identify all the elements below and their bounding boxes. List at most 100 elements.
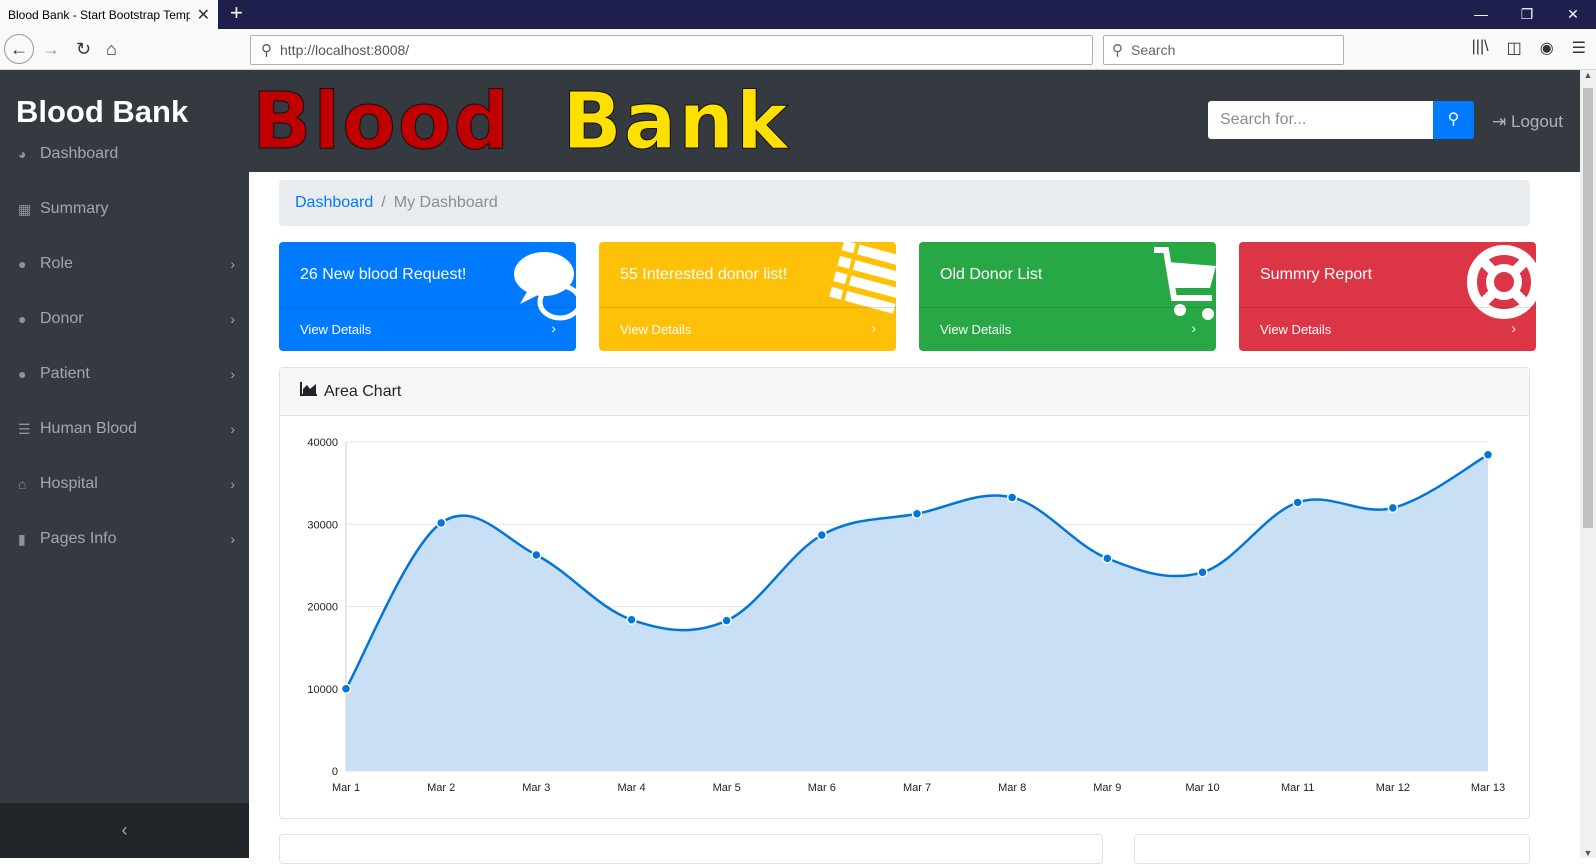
library-icon[interactable]: |||\ xyxy=(1472,38,1489,58)
bottom-card-right xyxy=(1134,834,1530,864)
top-search: Search for... ⚲ xyxy=(1208,101,1474,139)
area-chart: 0 10000 20000 30000 40000 Mar 1 Mar 2 Mar 3 Mar … xyxy=(307,437,1505,794)
sidebar-item-summary[interactable]: ▦ Summary xyxy=(0,194,249,224)
logout-link[interactable]: ⇥ Logout xyxy=(1492,112,1563,132)
sidebar-item-pages-info[interactable]: ▮ Pages Info › xyxy=(0,524,249,554)
reload-button[interactable]: ↻ xyxy=(76,38,91,60)
chevron-right-icon: › xyxy=(871,320,876,336)
sidebar-item-role[interactable]: ● Role › xyxy=(0,249,249,279)
x-tick-label: Mar 9 xyxy=(1093,782,1121,794)
data-point xyxy=(1482,449,1494,460)
view-details-link[interactable]: View Details xyxy=(300,322,371,337)
search-icon: ⚲ xyxy=(261,42,272,59)
scrollbar-thumb[interactable] xyxy=(1583,88,1593,528)
user-icon: ● xyxy=(18,366,27,382)
table-icon: ▦ xyxy=(18,200,32,217)
y-tick-label: 30000 xyxy=(307,519,338,531)
data-point xyxy=(435,517,447,529)
logo-word-blood: Blood xyxy=(251,77,512,167)
data-point xyxy=(1292,497,1303,508)
minimize-icon[interactable]: — xyxy=(1458,0,1504,29)
back-button[interactable]: ← xyxy=(4,34,34,64)
data-point xyxy=(531,549,542,561)
sidebar-item-human-blood[interactable]: ☰ Human Blood › xyxy=(0,414,249,444)
page-scrollbar[interactable]: ▲ ▼ xyxy=(1580,70,1596,858)
sidebar-item-label: Dashboard xyxy=(40,145,119,162)
file-icon: ▮ xyxy=(18,530,26,547)
brand-title[interactable]: Blood Bank xyxy=(16,94,188,130)
x-tick-label: Mar 7 xyxy=(903,782,931,794)
new-tab-button[interactable]: + xyxy=(230,2,243,24)
search-input[interactable]: Search for... xyxy=(1208,101,1433,139)
extension-icon[interactable]: ◉ xyxy=(1540,38,1554,58)
sidebar-item-hospital[interactable]: ⌂ Hospital › xyxy=(0,469,249,499)
url-bar[interactable]: ⚲ http://localhost:8008/ xyxy=(250,35,1093,65)
chevron-right-icon: › xyxy=(230,366,235,382)
scroll-down-icon[interactable]: ▼ xyxy=(1580,848,1596,858)
logout-icon: ⇥ xyxy=(1492,112,1507,131)
card-footer-link[interactable]: View Details › xyxy=(599,307,896,351)
card-footer-link[interactable]: View Details › xyxy=(279,307,576,351)
card-text: Old Donor List xyxy=(940,266,1043,283)
breadcrumb-link[interactable]: Dashboard xyxy=(295,194,373,212)
data-point xyxy=(911,508,923,520)
sidebar-item-label: Summary xyxy=(40,200,109,217)
area-chart-card: Area Chart 0 10000 20000 30000 40000 Mar 1 Mar… xyxy=(279,367,1530,819)
home-button[interactable]: ⌂ xyxy=(106,38,117,60)
chevron-right-icon: › xyxy=(230,531,235,547)
x-tick-label: Mar 6 xyxy=(808,782,836,794)
sidebar-toggle-button[interactable]: ‹ xyxy=(0,803,249,858)
search-icon: ⚲ xyxy=(1447,111,1460,128)
x-tick-label: Mar 3 xyxy=(522,782,550,794)
chart-header: Area Chart xyxy=(280,368,1529,416)
card-old-donor-list: Old Donor List View Details › xyxy=(919,242,1216,351)
chevron-right-icon: › xyxy=(230,421,235,437)
search-button[interactable]: ⚲ xyxy=(1433,101,1474,139)
y-tick-label: 10000 xyxy=(307,684,338,696)
card-interested-donor: 55 Interested donor list! View Details › xyxy=(599,242,896,351)
sidebar: Blood Bank ◕ Dashboard ▦ Summary ● Role … xyxy=(0,70,249,858)
browser-search-bar[interactable]: ⚲ Search xyxy=(1103,35,1344,65)
y-tick-label: 40000 xyxy=(307,437,338,449)
view-details-link[interactable]: View Details xyxy=(940,322,1011,337)
x-tick-label: Mar 11 xyxy=(1281,782,1314,794)
x-tick-label: Mar 2 xyxy=(427,782,455,794)
card-footer-link[interactable]: View Details › xyxy=(919,307,1216,351)
close-tab-icon[interactable]: ✕ xyxy=(197,5,210,25)
view-details-link[interactable]: View Details xyxy=(620,322,691,337)
scroll-up-icon[interactable]: ▲ xyxy=(1580,70,1596,80)
chevron-right-icon: › xyxy=(230,476,235,492)
view-details-link[interactable]: View Details xyxy=(1260,322,1331,337)
forward-button[interactable]: → xyxy=(42,38,60,60)
restore-icon[interactable]: ❐ xyxy=(1504,0,1550,29)
card-text: 55 Interested donor list! xyxy=(620,266,788,283)
data-point xyxy=(1387,502,1399,514)
data-point xyxy=(626,614,637,625)
close-window-icon[interactable]: ✕ xyxy=(1550,0,1596,29)
browser-toolbar: |||\ ◫ ◉ ☰ xyxy=(1472,38,1586,58)
browser-tab[interactable]: Blood Bank - Start Bootstrap Templ ✕ xyxy=(0,0,218,29)
menu-icon[interactable]: ☰ xyxy=(1572,38,1586,58)
browser-tab-strip: Blood Bank - Start Bootstrap Templ ✕ + —… xyxy=(0,0,1596,29)
window-controls: — ❐ ✕ xyxy=(1458,0,1596,29)
chevron-right-icon: › xyxy=(1191,320,1196,336)
card-new-blood-request: 26 New blood Request! View Details › xyxy=(279,242,576,351)
header-logo: Blood Bank xyxy=(251,82,790,163)
sidebar-item-dashboard[interactable]: ◕ Dashboard xyxy=(0,139,249,169)
sidebar-item-label: Pages Info xyxy=(40,530,117,547)
x-tick-label: Mar 13 xyxy=(1471,782,1505,794)
tab-title: Blood Bank - Start Bootstrap Templ xyxy=(8,7,190,22)
sidebar-item-donor[interactable]: ● Donor › xyxy=(0,304,249,334)
card-text: Summry Report xyxy=(1260,266,1373,283)
sidebar-item-label: Donor xyxy=(40,310,84,327)
page: Blood Bank ◕ Dashboard ▦ Summary ● Role … xyxy=(0,70,1580,864)
x-tick-label: Mar 4 xyxy=(617,782,645,794)
data-point xyxy=(1006,492,1018,503)
card-footer-link[interactable]: View Details › xyxy=(1239,307,1536,351)
sidebar-item-label: Hospital xyxy=(40,475,98,492)
sidebar-toggle-icon[interactable]: ◫ xyxy=(1507,38,1522,58)
sidebar-item-patient[interactable]: ● Patient › xyxy=(0,359,249,389)
list-icon: ☰ xyxy=(18,420,31,437)
series-area xyxy=(346,454,1488,771)
chart-title: Area Chart xyxy=(324,382,402,400)
